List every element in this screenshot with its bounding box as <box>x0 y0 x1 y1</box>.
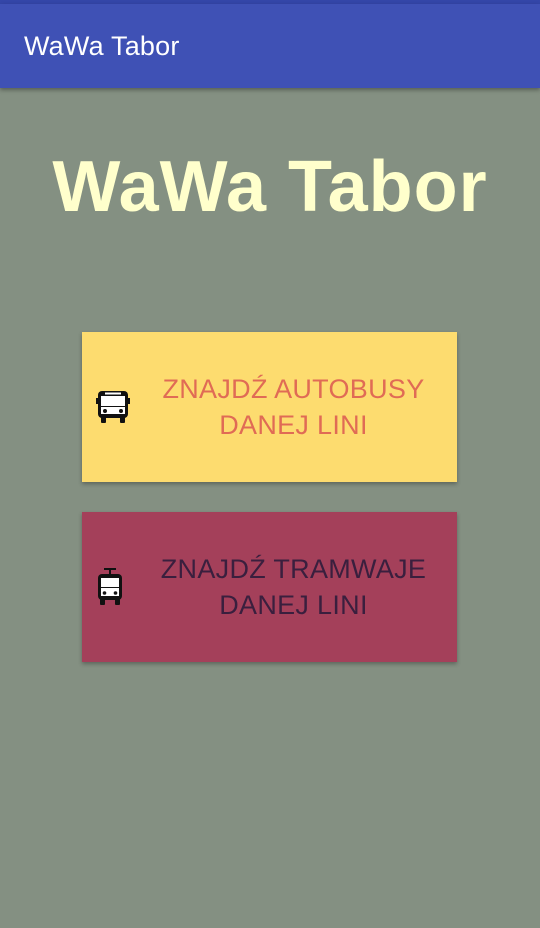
find-buses-label: ZNAJDŹ AUTOBUSY DANEJ LINI <box>162 374 425 440</box>
find-buses-button[interactable]: ZNAJDŹ AUTOBUSY DANEJ LINI <box>82 332 457 482</box>
bus-icon <box>96 390 130 424</box>
find-trams-button[interactable]: ZNAJDŹ TRAMWAJE DANEJ LINI <box>82 512 457 662</box>
app-bar: WaWa Tabor <box>0 4 540 88</box>
tram-icon <box>96 568 124 606</box>
app-bar-title: WaWa Tabor <box>24 30 180 61</box>
find-trams-label: ZNAJDŹ TRAMWAJE DANEJ LINI <box>160 554 427 620</box>
hero-title: WaWa Tabor <box>52 147 488 227</box>
main-content: WaWa Tabor ZNAJDŹ AUTOBUSY DANEJ LINI ZN… <box>0 88 540 928</box>
